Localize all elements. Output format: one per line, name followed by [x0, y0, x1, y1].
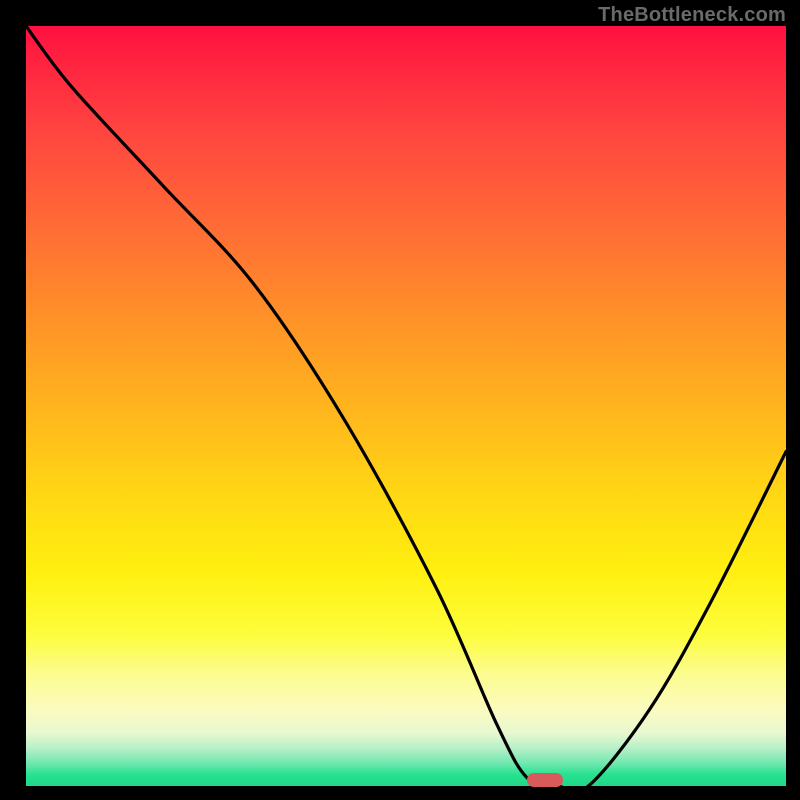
watermark-label: TheBottleneck.com: [598, 4, 786, 27]
chart-frame: [12, 24, 788, 788]
curve-path: [26, 26, 786, 786]
optimal-marker: [527, 773, 563, 787]
bottleneck-curve: [26, 26, 786, 786]
